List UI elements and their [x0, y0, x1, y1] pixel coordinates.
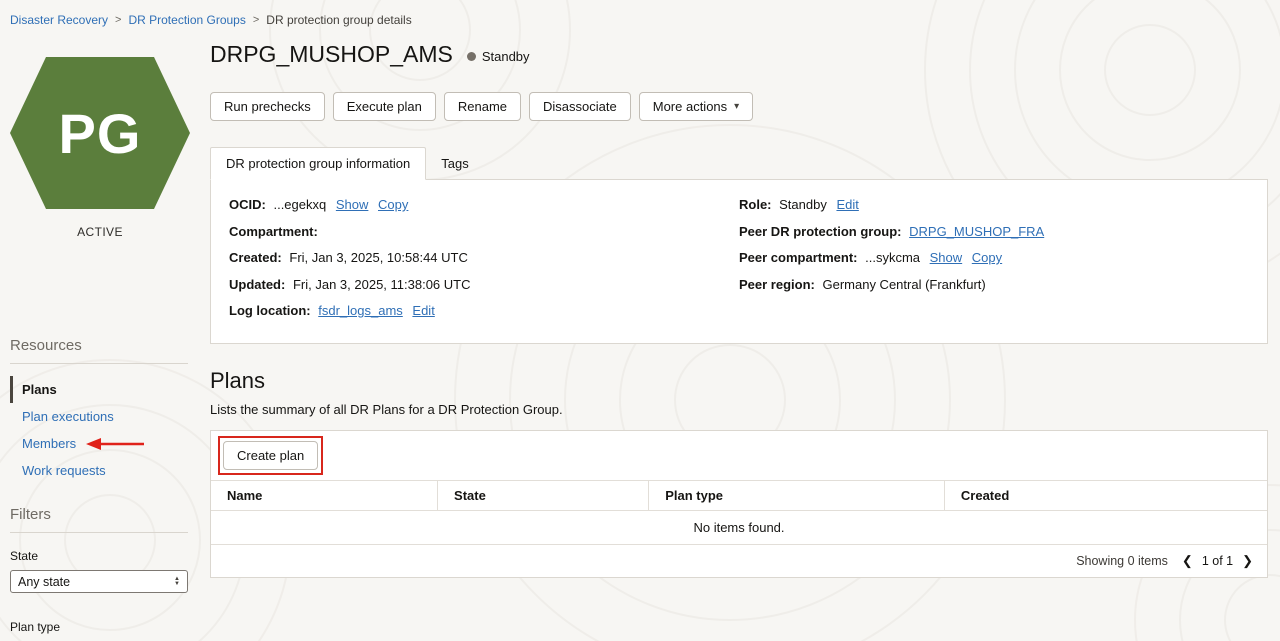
- tab-dr-protection-group-information[interactable]: DR protection group information: [210, 147, 427, 180]
- info-label: Peer compartment:: [739, 250, 858, 266]
- info-row-peer-compartment: Peer compartment: ...sykcma Show Copy: [739, 249, 1249, 267]
- page-title: DRPG_MUSHOP_AMS: [210, 41, 453, 67]
- plans-section-description: Lists the summary of all DR Plans for a …: [210, 401, 563, 417]
- info-value: Fri, Jan 3, 2025, 10:58:44 UTC: [289, 250, 468, 266]
- log-location-link[interactable]: fsdr_logs_ams: [318, 303, 403, 318]
- tab-bar: DR protection group information Tags: [210, 147, 1268, 180]
- dr-protection-group-information-panel: OCID: ...egekxq Show Copy Compartment: C…: [210, 179, 1268, 344]
- sidebar-item-members[interactable]: Members: [10, 430, 200, 457]
- rename-button[interactable]: Rename: [443, 92, 522, 121]
- disassociate-button[interactable]: Disassociate: [529, 92, 631, 121]
- info-value: Standby: [779, 197, 827, 212]
- info-label: Role:: [739, 197, 772, 212]
- status-dot-icon: [466, 52, 476, 61]
- info-row-compartment: Compartment:: [229, 223, 739, 241]
- info-label: Updated:: [229, 276, 286, 292]
- sidebar-item-plan-executions[interactable]: Plan executions: [10, 403, 200, 430]
- divider: [10, 532, 188, 533]
- column-header-state[interactable]: State: [438, 480, 650, 510]
- status-text: Standby: [481, 49, 530, 64]
- entity-status-active: ACTIVE: [77, 225, 123, 239]
- info-label: Created:: [229, 250, 282, 266]
- column-header-plan-type[interactable]: Plan type: [649, 480, 945, 510]
- peer-compartment-copy-link[interactable]: Copy: [972, 250, 1002, 265]
- info-label: Peer region:: [739, 276, 815, 292]
- ocid-copy-link[interactable]: Copy: [378, 197, 408, 212]
- plans-table-footer: Showing 0 items ❮ 1 of 1 ❯: [211, 543, 1267, 577]
- info-label: Compartment:: [229, 223, 318, 239]
- sidebar-item-label: Plans: [22, 382, 57, 397]
- empty-state-message: No items found.: [211, 509, 1267, 544]
- info-label: Peer DR protection group:: [739, 223, 902, 239]
- info-label: OCID:: [229, 197, 266, 212]
- info-row-peer-region: Peer region: Germany Central (Frankfurt): [739, 276, 1249, 294]
- info-value: Germany Central (Frankfurt): [822, 276, 986, 292]
- annotation-arrow-members: [86, 437, 145, 450]
- sidebar-item-label: Work requests: [22, 463, 106, 478]
- sidebar-item-work-requests[interactable]: Work requests: [10, 457, 200, 484]
- breadcrumb: Disaster Recovery > DR Protection Groups…: [10, 0, 1280, 33]
- info-value: ...egekxq: [273, 197, 327, 212]
- sidebar-item-label: Plan executions: [22, 409, 114, 424]
- create-plan-button[interactable]: Create plan: [223, 440, 319, 470]
- info-row-log-location: Log location: fsdr_logs_ams Edit: [229, 302, 739, 320]
- status-badge: Standby: [466, 49, 530, 64]
- pg-hexagon-icon: PG: [10, 57, 190, 209]
- info-value: ...sykcma: [865, 250, 921, 266]
- page: Disaster Recovery > DR Protection Groups…: [0, 0, 1280, 641]
- more-actions-label: More actions: [652, 99, 728, 114]
- divider: [10, 363, 188, 364]
- resources-section: Resources Plans Plan executions Members: [10, 337, 200, 484]
- breadcrumb-dr-protection-groups[interactable]: DR Protection Groups: [128, 13, 245, 27]
- main-content: DRPG_MUSHOP_AMS Standby Run prechecks Ex…: [210, 33, 1268, 641]
- tab-tags[interactable]: Tags: [426, 148, 483, 179]
- role-edit-link[interactable]: Edit: [836, 197, 858, 212]
- info-row-updated: Updated: Fri, Jan 3, 2025, 11:38:06 UTC: [229, 276, 739, 294]
- run-prechecks-button[interactable]: Run prechecks: [210, 92, 325, 121]
- sidebar-item-plans[interactable]: Plans: [10, 376, 200, 403]
- column-header-created[interactable]: Created: [945, 481, 1267, 510]
- pg-icon-label: PG: [58, 101, 142, 165]
- page-indicator: 1 of 1: [1201, 553, 1234, 568]
- state-filter-label: State: [10, 549, 39, 563]
- breadcrumb-current-page: DR protection group details: [266, 13, 412, 27]
- execute-plan-button[interactable]: Execute plan: [332, 92, 436, 121]
- info-row-created: Created: Fri, Jan 3, 2025, 10:58:44 UTC: [229, 249, 739, 267]
- column-header-name[interactable]: Name: [211, 480, 439, 510]
- select-updown-icon: ▲ ▼: [174, 575, 180, 587]
- ocid-show-link[interactable]: Show: [336, 197, 369, 212]
- resources-title: Resources: [10, 337, 82, 354]
- next-page-icon[interactable]: ❯: [1242, 553, 1253, 569]
- peer-dr-protection-group-link[interactable]: DRPG_MUSHOP_FRA: [909, 224, 1044, 239]
- more-actions-button[interactable]: More actions ▾: [638, 92, 754, 121]
- sidebar: PG ACTIVE Resources Plans Plan execution…: [10, 33, 200, 641]
- peer-compartment-show-link[interactable]: Show: [930, 250, 963, 265]
- state-filter-select[interactable]: Any state ▲ ▼: [10, 570, 188, 593]
- filters-section: Filters State Any state ▲ ▼ Plan type: [10, 506, 200, 641]
- filters-title: Filters: [10, 506, 51, 523]
- info-row-peer-dr-protection-group: Peer DR protection group: DRPG_MUSHOP_FR…: [739, 223, 1249, 241]
- info-value: Fri, Jan 3, 2025, 11:38:06 UTC: [292, 276, 471, 292]
- log-location-edit-link[interactable]: Edit: [412, 303, 434, 318]
- caret-down-icon: ▾: [734, 101, 740, 112]
- sidebar-item-label: Members: [22, 436, 77, 451]
- showing-items-count: Showing 0 items: [1076, 553, 1168, 568]
- action-buttons: Run prechecks Execute plan Rename Disass…: [210, 92, 1268, 121]
- breadcrumb-separator: >: [252, 14, 260, 26]
- breadcrumb-disaster-recovery[interactable]: Disaster Recovery: [10, 13, 108, 27]
- state-filter-value: Any state: [18, 574, 71, 589]
- info-row-ocid: OCID: ...egekxq Show Copy: [229, 196, 739, 214]
- plans-table-header: Name State Plan type Created: [211, 480, 1267, 510]
- info-row-role: Role: Standby Edit: [739, 196, 1249, 214]
- breadcrumb-separator: >: [115, 14, 122, 26]
- plan-type-filter-label: Plan type: [10, 620, 61, 634]
- previous-page-icon[interactable]: ❮: [1182, 553, 1193, 569]
- plans-panel: Create plan Name State Plan type Created…: [210, 429, 1268, 578]
- plans-section-title: Plans: [210, 367, 266, 393]
- info-label: Log location:: [229, 303, 311, 319]
